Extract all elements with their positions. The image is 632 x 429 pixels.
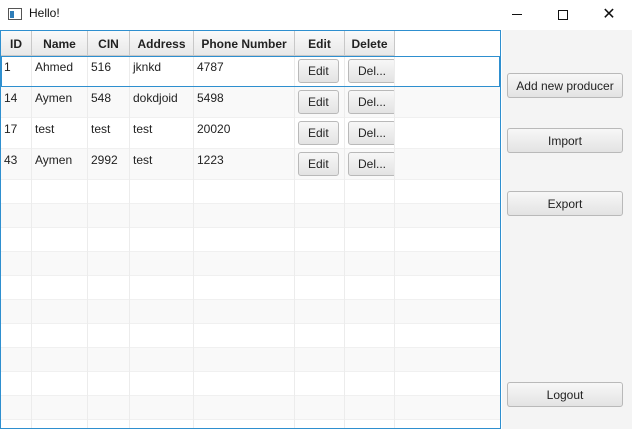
cell-edit: Edit: [295, 56, 345, 87]
table-body: 1 Ahmed 516 jknkd 4787 Edit Del... 14 Ay…: [1, 56, 500, 180]
table-row[interactable]: 14 Aymen 548 dokdjoid 5498 Edit Del...: [1, 87, 500, 118]
cell-address: dokdjoid: [130, 87, 194, 118]
column-header-id[interactable]: ID: [1, 31, 32, 56]
app-icon: [8, 8, 22, 20]
add-new-producer-button[interactable]: Add new producer: [507, 73, 623, 98]
table-row[interactable]: 1 Ahmed 516 jknkd 4787 Edit Del...: [1, 56, 500, 87]
cell-delete: Del...: [345, 56, 395, 87]
window-title: Hello!: [29, 6, 60, 20]
cell-delete: Del...: [345, 149, 395, 180]
cell-delete: Del...: [345, 118, 395, 149]
column-header-phone[interactable]: Phone Number: [194, 31, 295, 56]
empty-row: [1, 276, 500, 300]
cell-address: jknkd: [130, 56, 194, 87]
cell-phone: 4787: [194, 56, 295, 87]
cell-cin: 516: [88, 56, 130, 87]
empty-row: [1, 324, 500, 348]
column-header-edit[interactable]: Edit: [295, 31, 345, 56]
delete-button[interactable]: Del...: [348, 121, 394, 145]
cell-cin: test: [88, 118, 130, 149]
empty-row: [1, 420, 500, 428]
table-row[interactable]: 43 Aymen 2992 test 1223 Edit Del...: [1, 149, 500, 180]
cell-phone: 5498: [194, 87, 295, 118]
empty-row: [1, 396, 500, 420]
cell-cin: 2992: [88, 149, 130, 180]
cell-id: 14: [1, 87, 32, 118]
logout-button[interactable]: Logout: [507, 382, 623, 407]
cell-edit: Edit: [295, 118, 345, 149]
cell-name: Aymen: [32, 87, 88, 118]
column-header-delete[interactable]: Delete: [345, 31, 395, 56]
minimize-button[interactable]: [494, 0, 540, 29]
empty-row: [1, 252, 500, 276]
edit-button[interactable]: Edit: [298, 152, 339, 176]
cell-phone: 20020: [194, 118, 295, 149]
empty-table-rows: [1, 180, 500, 428]
empty-row: [1, 204, 500, 228]
cell-name: Ahmed: [32, 56, 88, 87]
cell-address: test: [130, 149, 194, 180]
close-button[interactable]: ✕: [586, 0, 632, 29]
delete-button[interactable]: Del...: [348, 90, 394, 114]
edit-button[interactable]: Edit: [298, 59, 339, 83]
delete-button[interactable]: Del...: [348, 59, 394, 83]
cell-name: Aymen: [32, 149, 88, 180]
delete-button[interactable]: Del...: [348, 152, 394, 176]
empty-row: [1, 300, 500, 324]
empty-row: [1, 180, 500, 204]
cell-address: test: [130, 118, 194, 149]
table-header: ID Name CIN Address Phone Number Edit De…: [1, 31, 395, 56]
empty-row: [1, 372, 500, 396]
empty-row: [1, 228, 500, 252]
column-header-cin[interactable]: CIN: [88, 31, 130, 56]
minimize-icon: [512, 14, 522, 15]
cell-id: 1: [1, 56, 32, 87]
cell-edit: Edit: [295, 149, 345, 180]
column-header-address[interactable]: Address: [130, 31, 194, 56]
edit-button[interactable]: Edit: [298, 121, 339, 145]
cell-delete: Del...: [345, 87, 395, 118]
column-header-name[interactable]: Name: [32, 31, 88, 56]
title-bar: Hello! ✕: [0, 0, 632, 29]
cell-phone: 1223: [194, 149, 295, 180]
close-icon: ✕: [602, 5, 616, 23]
cell-cin: 548: [88, 87, 130, 118]
empty-row: [1, 348, 500, 372]
cell-name: test: [32, 118, 88, 149]
maximize-button[interactable]: [540, 0, 586, 29]
cell-edit: Edit: [295, 87, 345, 118]
cell-id: 17: [1, 118, 32, 149]
side-panel: Add new producer Import Export Logout: [502, 30, 632, 429]
cell-id: 43: [1, 149, 32, 180]
edit-button[interactable]: Edit: [298, 90, 339, 114]
table-row[interactable]: 17 test test test 20020 Edit Del...: [1, 118, 500, 149]
export-button[interactable]: Export: [507, 191, 623, 216]
maximize-icon: [558, 9, 568, 20]
producers-table[interactable]: ID Name CIN Address Phone Number Edit De…: [0, 30, 501, 429]
import-button[interactable]: Import: [507, 128, 623, 153]
